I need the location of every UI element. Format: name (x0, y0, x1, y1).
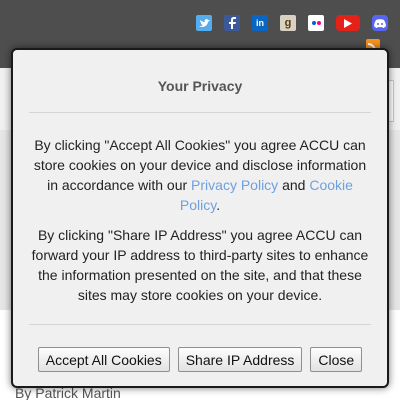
goodreads-icon[interactable]: g (280, 15, 296, 31)
social-links: in g (184, 15, 388, 31)
cookies-consent-text: By clicking "Accept All Cookies" you agr… (27, 135, 373, 215)
dialog-title: Your Privacy (157, 78, 243, 94)
discord-icon[interactable] (372, 15, 388, 31)
close-button[interactable]: Close (310, 347, 363, 372)
flickr-icon[interactable] (308, 15, 324, 31)
facebook-icon[interactable] (224, 15, 240, 31)
and-text: and (278, 177, 310, 193)
divider (29, 112, 371, 113)
period-text: . (216, 197, 221, 213)
privacy-policy-link[interactable]: Privacy Policy (191, 177, 278, 193)
linkedin-icon[interactable]: in (252, 15, 268, 31)
share-ip-text: By clicking "Share IP Address" you agree… (31, 227, 369, 303)
dialog-buttons: Accept All Cookies Share IP Address Clos… (13, 347, 387, 372)
divider (29, 324, 371, 325)
share-ip-address-button[interactable]: Share IP Address (177, 347, 303, 372)
youtube-icon[interactable] (336, 15, 360, 31)
accept-all-cookies-button[interactable]: Accept All Cookies (37, 347, 170, 372)
privacy-dialog: Your Privacy By clicking "Accept All Coo… (11, 48, 389, 388)
twitter-icon[interactable] (196, 15, 212, 31)
